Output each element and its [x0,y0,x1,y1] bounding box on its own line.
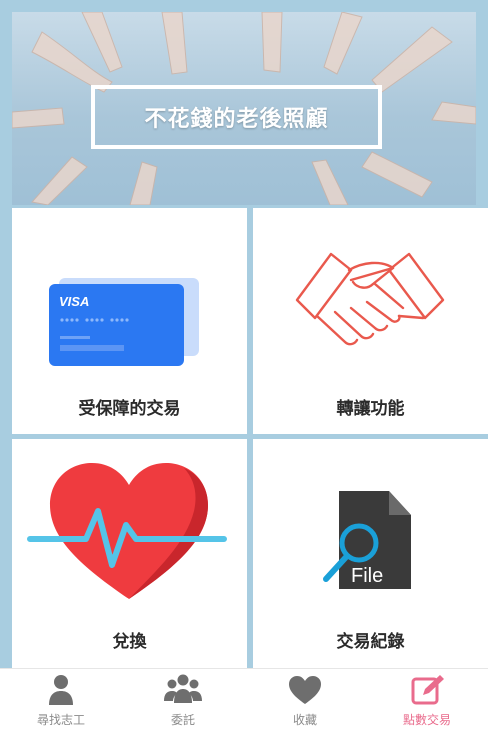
hero-banner[interactable]: 不花錢的老後照顧 [12,12,476,205]
edit-icon [411,675,444,705]
tab-label-find-volunteer: 尋找志工 [36,713,85,727]
tab-favorites[interactable]: 收藏 [244,669,366,729]
group-icon [164,674,202,703]
handshake-icon [295,252,445,346]
tab-commission[interactable]: 委託 [122,669,244,729]
tile-transfer[interactable]: 轉讓功能 [253,208,488,434]
tab-label-favorites: 收藏 [292,713,317,727]
tab-points-trading[interactable]: 點數交易 [366,669,488,729]
file-search-icon: File [323,491,411,589]
credit-card-icon: VISA [49,278,199,366]
person-icon [49,675,73,705]
heart-icon [289,676,321,704]
card-brand-label: VISA [59,294,89,309]
tile-transaction-records[interactable]: File 交易紀錄 [253,439,488,668]
hero-title-frame: 不花錢的老後照顧 [91,85,382,149]
tile-secure-transaction[interactable]: VISA 受保障的交易 [12,208,247,434]
tile-label-secure-transaction: 受保障的交易 [78,399,181,419]
file-text: File [351,565,383,587]
tile-label-redeem: 兌換 [112,632,147,652]
tab-label-commission: 委託 [170,713,195,727]
tab-label-points-trading: 點數交易 [402,713,451,727]
heart-pulse-icon [27,463,227,599]
tile-redeem[interactable]: 兌換 [12,439,247,668]
tab-find-volunteer[interactable]: 尋找志工 [0,669,122,729]
tile-label-transaction-records: 交易紀錄 [336,632,405,652]
tile-label-transfer: 轉讓功能 [336,399,405,419]
bottom-tab-bar: 尋找志工 委託 收藏 點數交易 [0,668,488,728]
hero-title: 不花錢的老後照顧 [144,107,329,132]
